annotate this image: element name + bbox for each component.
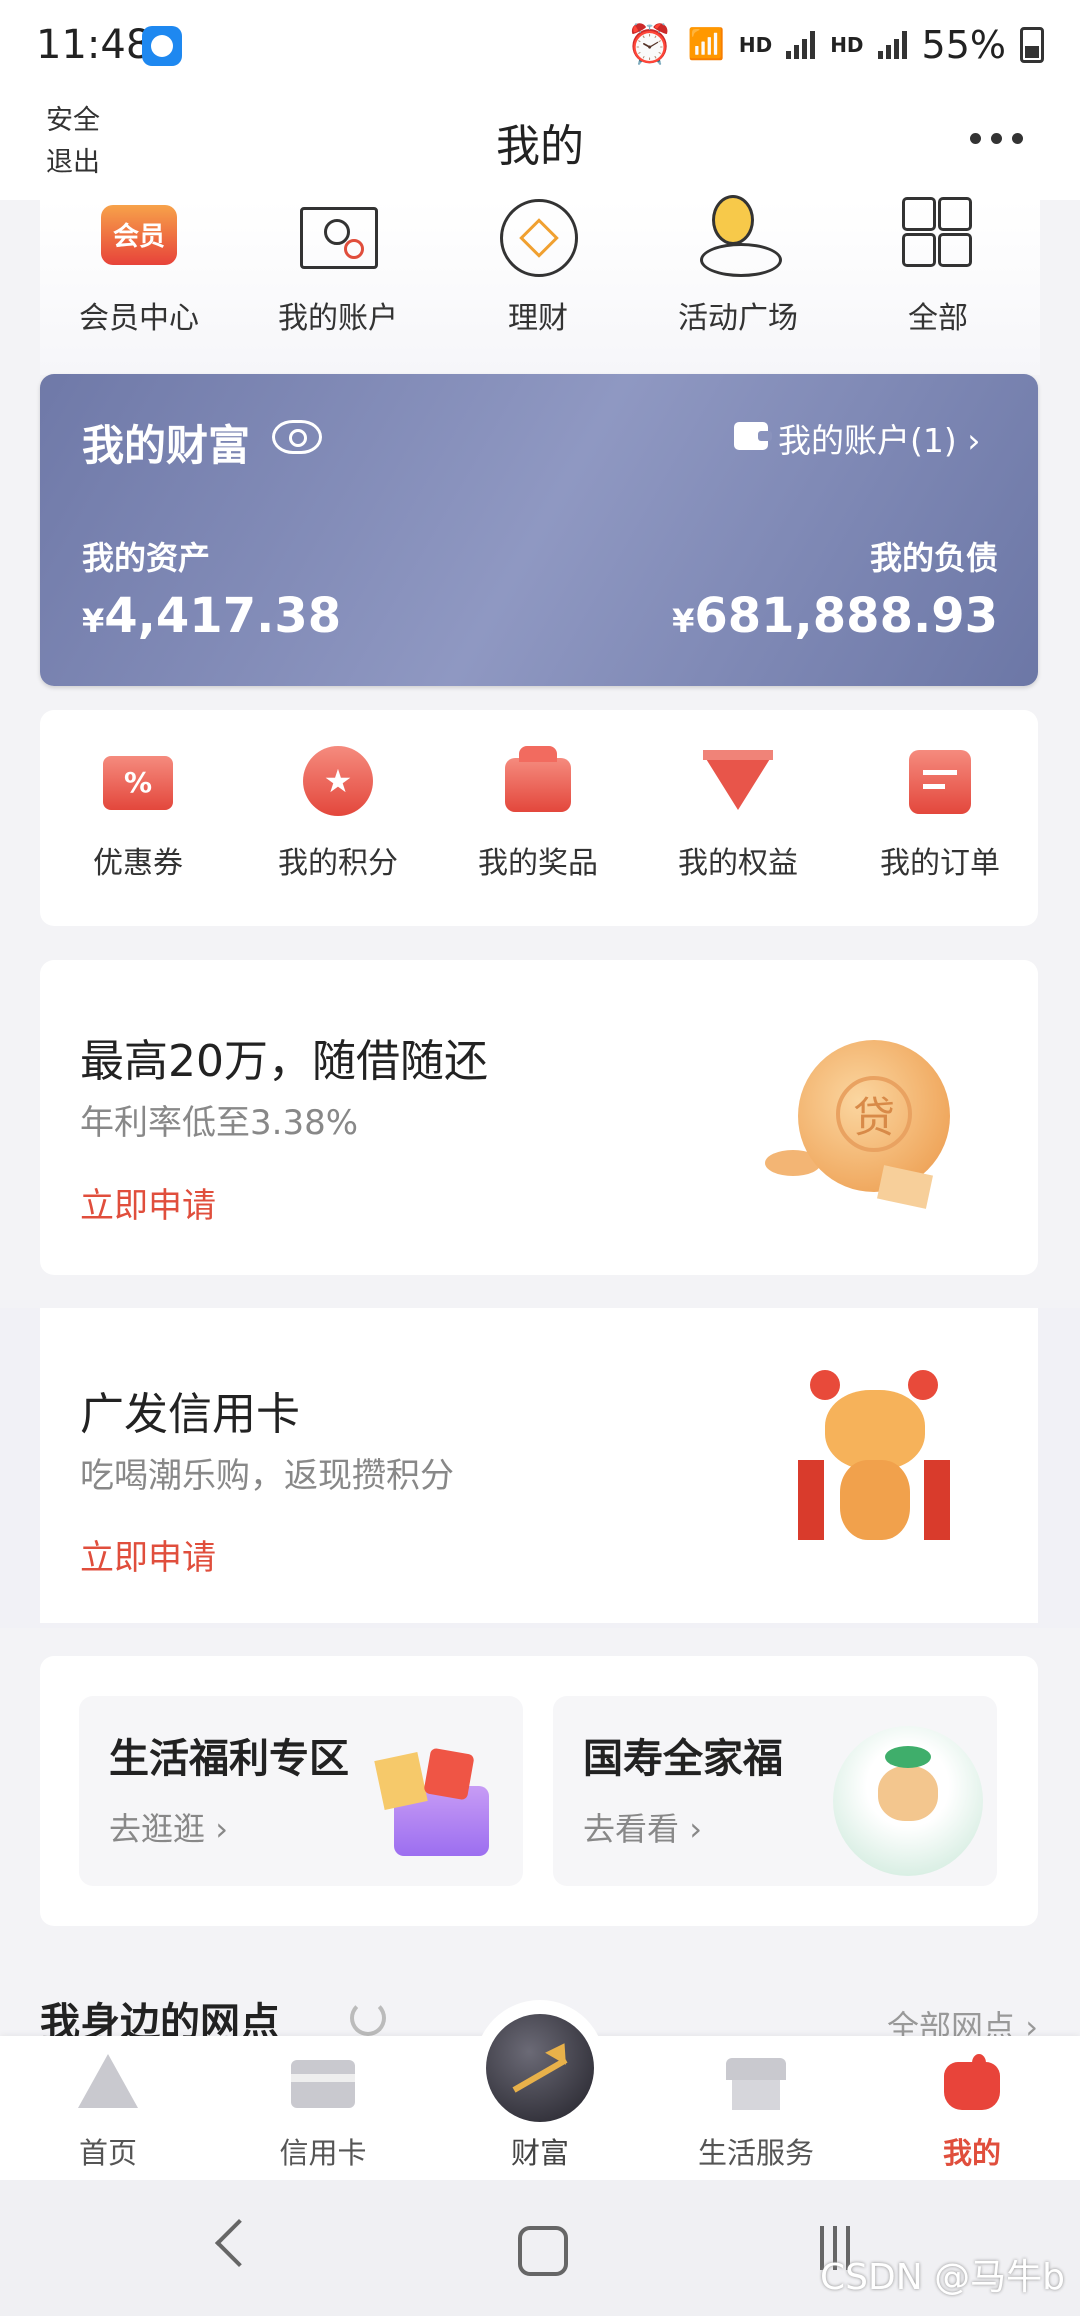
- currency-symbol: ¥: [672, 602, 695, 640]
- wealth-title: 我的财富: [82, 421, 251, 470]
- welfare-title: 生活福利专区: [109, 1736, 349, 1782]
- app-notification-icon: [142, 26, 182, 66]
- signal-icon-2: [877, 30, 908, 59]
- account-link-label: 我的账户(1): [778, 421, 957, 460]
- menu-item-my-account[interactable]: 我的账户: [238, 195, 438, 337]
- loan-subtitle: 年利率低至3.38%: [80, 1103, 359, 1143]
- credit-apply-link[interactable]: 立即申请: [80, 1530, 216, 1579]
- welfare-title: 国寿全家福: [583, 1736, 783, 1782]
- credit-card-icon: [291, 2054, 355, 2114]
- asset-amount: 4,417.38: [104, 588, 342, 644]
- page-title: 我的: [496, 121, 584, 172]
- home-icon: [76, 2054, 140, 2114]
- tab-label: 首页: [78, 2136, 137, 2170]
- hd-badge-2: HD: [830, 32, 864, 57]
- wallet-icon: [734, 422, 772, 450]
- benefit-coupon[interactable]: % 优惠券: [38, 742, 238, 882]
- benefit-label: 我的权益: [678, 846, 798, 881]
- red-envelope-icon: [423, 1747, 475, 1801]
- currency-symbol: ¥: [82, 602, 105, 640]
- watermark: CSDN @马牛b: [820, 2257, 1065, 2298]
- tab-credit-card[interactable]: 信用卡: [243, 2054, 403, 2172]
- battery-percent: 55%: [921, 22, 1006, 67]
- life-welfare-card[interactable]: 生活福利专区 去逛逛 ›: [79, 1696, 523, 1886]
- home-button-icon[interactable]: [518, 2226, 568, 2276]
- account-icon: [294, 195, 382, 283]
- coupon-icon: %: [99, 742, 177, 820]
- coupon-ticket-icon: [374, 1751, 428, 1811]
- asset-value: ¥4,417.38: [82, 588, 341, 644]
- menu-item-vip-center[interactable]: 会员 会员中心: [39, 195, 239, 337]
- wealth-tab-icon[interactable]: [486, 2014, 594, 2122]
- benefit-label: 优惠券: [93, 846, 183, 881]
- benefit-label: 我的积分: [278, 846, 398, 881]
- benefit-rights[interactable]: 我的权益: [638, 742, 838, 882]
- eye-icon[interactable]: [272, 420, 322, 454]
- wifi-icon: 📶: [687, 27, 725, 62]
- points-icon: ★: [299, 742, 377, 820]
- prize-icon: [499, 742, 577, 820]
- hd-badge: HD: [738, 32, 773, 57]
- welfare-link-label: 去看看: [583, 1810, 680, 1848]
- more-icon[interactable]: [970, 120, 1040, 156]
- status-icons: ⏰ 📶 HD HD 55%: [626, 22, 1044, 67]
- asset-label: 我的资产: [82, 539, 211, 577]
- mine-icon: [940, 2054, 1004, 2114]
- benefit-prizes[interactable]: 我的奖品: [438, 742, 638, 882]
- dragon-mascot-icon: [790, 1370, 955, 1570]
- loan-title: 最高20万，随借随还: [80, 1036, 488, 1087]
- menu-label: 理财: [508, 301, 568, 336]
- credit-subtitle: 吃喝潮乐购，返现攒积分: [80, 1456, 454, 1496]
- menu-item-all[interactable]: 全部: [838, 195, 1038, 337]
- signal-icon: [786, 30, 816, 59]
- tab-label: 信用卡: [279, 2136, 367, 2170]
- tab-life-service[interactable]: 生活服务: [676, 2054, 836, 2172]
- benefit-label: 我的订单: [880, 846, 1000, 881]
- loan-apply-link[interactable]: 立即申请: [80, 1178, 216, 1227]
- vip-badge: 会员: [101, 205, 177, 265]
- benefit-label: 我的奖品: [478, 846, 598, 881]
- grid-icon: [894, 195, 982, 283]
- menu-label: 活动广场: [678, 301, 798, 336]
- benefit-points[interactable]: ★ 我的积分: [238, 742, 438, 882]
- debt-label: 我的负债: [869, 539, 998, 577]
- order-icon: [901, 742, 979, 820]
- welfare-link-label: 去逛逛: [109, 1810, 206, 1848]
- activity-icon: [694, 195, 782, 283]
- family-insurance-card[interactable]: 国寿全家福 去看看 ›: [553, 1696, 997, 1886]
- chevron-right-icon: ›: [967, 421, 981, 460]
- alarm-icon: ⏰: [626, 22, 674, 66]
- menu-label: 我的账户: [278, 301, 398, 336]
- welfare-link[interactable]: 去逛逛 ›: [109, 1804, 228, 1850]
- chevron-right-icon: ›: [689, 1810, 702, 1848]
- menu-item-finance[interactable]: 理财: [438, 195, 638, 337]
- loan-coin-icon: [798, 1040, 950, 1192]
- menu-label: 全部: [908, 301, 968, 336]
- rights-icon: [699, 742, 777, 820]
- debt-value: ¥681,888.93: [672, 588, 998, 644]
- welfare-link[interactable]: 去看看 ›: [583, 1804, 702, 1850]
- refresh-icon[interactable]: [350, 2000, 386, 2036]
- tab-label: 生活服务: [697, 2136, 814, 2170]
- menu-item-activity-square[interactable]: 活动广场: [638, 195, 838, 337]
- shop-icon: [724, 2054, 788, 2114]
- chevron-right-icon: ›: [215, 1810, 228, 1848]
- tab-wealth-label[interactable]: 财富: [440, 2130, 640, 2172]
- tab-mine[interactable]: 我的: [892, 2054, 1052, 2172]
- tab-home[interactable]: 首页: [28, 2054, 188, 2172]
- credit-title: 广发信用卡: [80, 1389, 300, 1440]
- benefit-orders[interactable]: 我的订单: [840, 742, 1040, 882]
- my-account-link[interactable]: 我的账户(1) ›: [778, 414, 980, 462]
- vip-icon: 会员: [95, 195, 183, 283]
- tab-label: 我的: [942, 2136, 1001, 2170]
- debt-amount: 681,888.93: [694, 588, 998, 644]
- menu-label: 会员中心: [79, 301, 199, 336]
- battery-icon: [1020, 26, 1044, 63]
- finance-icon: [494, 195, 582, 283]
- status-time: 11:48: [36, 22, 152, 68]
- ox-mascot-icon: [833, 1726, 983, 1876]
